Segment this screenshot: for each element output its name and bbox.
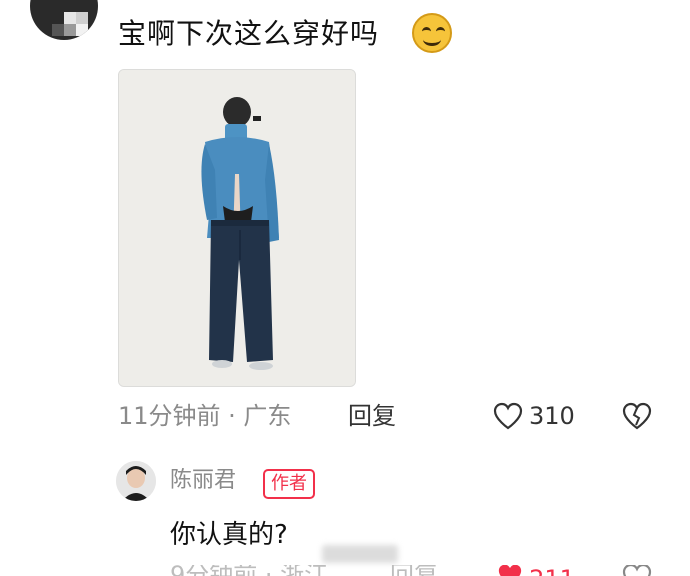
like-button[interactable]: 310: [493, 398, 575, 434]
avatar-pixel: [64, 12, 76, 24]
reply-time-location-text: 9分钟前 · 浙江: [170, 565, 328, 576]
author-name[interactable]: 陈丽君: [170, 464, 236, 498]
reply-dislike-button[interactable]: [622, 565, 652, 576]
avatar-pixel: [76, 24, 88, 36]
avatar-pixel: [52, 24, 64, 36]
comment-time-location: 11分钟前 · 广东: [118, 402, 292, 430]
author-badge: 作者: [263, 469, 315, 499]
person-outfit-illustration: [119, 70, 355, 386]
comment-text: 宝啊下次这么穿好吗: [118, 17, 380, 50]
like-count: 310: [529, 402, 575, 430]
emoji-mouth: [423, 33, 441, 46]
comment-image[interactable]: [118, 69, 356, 387]
reply-text: 你认真的?: [170, 520, 288, 550]
avatar-pixel: [76, 12, 88, 24]
heart-outline-icon: [493, 402, 523, 430]
reply-like-button[interactable]: 211: [496, 565, 586, 576]
reply-reply-label: 回复: [390, 565, 438, 576]
heart-filled-icon: [496, 565, 524, 576]
squint-smile-emoji-icon: [412, 13, 452, 53]
reply-time-location: 9分钟前 · 浙江: [170, 565, 330, 576]
author-portrait: [116, 461, 156, 501]
reply-button[interactable]: 回复: [348, 398, 396, 434]
broken-heart-icon: [622, 565, 652, 576]
broken-heart-icon[interactable]: [622, 402, 652, 430]
avatar-pixel: [64, 24, 76, 36]
commenter-avatar[interactable]: [30, 0, 98, 40]
watermark-blur: [322, 545, 398, 563]
author-avatar[interactable]: [116, 461, 156, 501]
reply-reply-button[interactable]: 回复: [390, 565, 450, 576]
reply-like-count: 211: [529, 565, 575, 576]
